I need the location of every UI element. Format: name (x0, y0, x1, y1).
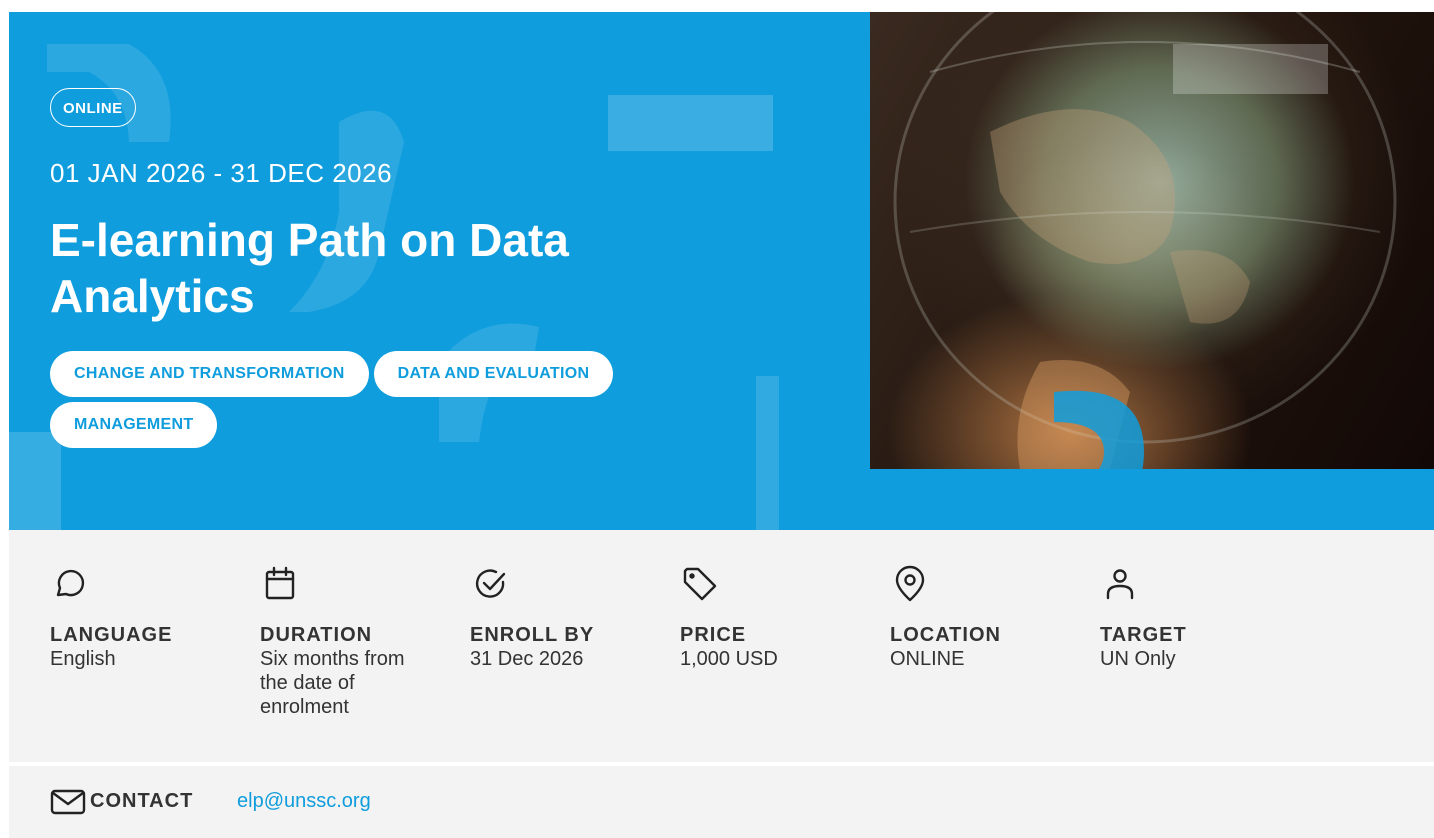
info-value: ONLINE (890, 648, 965, 670)
info-value: Six months from the date of enrolment (260, 648, 405, 718)
info-label: PRICE (680, 624, 747, 646)
price-tag-icon (683, 567, 717, 601)
course-dates: 01 JAN 2026 - 31 DEC 2026 (50, 158, 393, 188)
hero-decorative-quote (1054, 390, 1144, 522)
info-language: LANGUAGE English (50, 564, 240, 671)
info-duration: DURATION Six months from the date of enr… (260, 564, 450, 719)
info-value: UN Only (1100, 648, 1176, 670)
info-value: English (50, 648, 116, 670)
info-enroll-by: ENROLL BY 31 Dec 2026 (470, 564, 660, 671)
info-location: LOCATION ONLINE (890, 564, 1080, 671)
contact-label: CONTACT (90, 790, 194, 812)
info-label: LOCATION (890, 624, 1001, 646)
page-title: E-learning Path on Data Analytics (50, 214, 569, 322)
user-icon (1106, 569, 1134, 600)
info-label: DURATION (260, 624, 373, 646)
envelope-icon (50, 789, 86, 815)
info-target: TARGET UN Only (1100, 564, 1290, 671)
info-label: ENROLL BY (470, 624, 595, 646)
course-info-panel: LANGUAGE English DURATION Six months fro… (9, 530, 1434, 762)
delivery-badge: ONLINE (50, 88, 136, 127)
course-hero: ONLINE 01 JAN 2026 - 31 DEC 2026 E-learn… (9, 12, 1434, 530)
tag-management[interactable]: MANAGEMENT (50, 402, 218, 448)
info-value: 31 Dec 2026 (470, 648, 584, 670)
chat-bubble-icon (56, 569, 85, 597)
check-circle-icon (475, 569, 506, 598)
contact-bar: CONTACT elp@unssc.org (9, 766, 1434, 838)
info-label: TARGET (1100, 624, 1187, 646)
tag-change-and-transformation[interactable]: CHANGE AND TRANSFORMATION (50, 351, 369, 397)
info-value: 1,000 USD (680, 648, 778, 670)
calendar-icon (265, 566, 295, 600)
tag-data-and-evaluation[interactable]: DATA AND EVALUATION (373, 351, 614, 397)
location-pin-icon (895, 565, 925, 602)
info-price: PRICE 1,000 USD (680, 564, 870, 671)
info-label: LANGUAGE (50, 624, 173, 646)
topic-tags: CHANGE AND TRANSFORMATION DATA AND EVALUA… (50, 351, 790, 453)
contact-email-link[interactable]: elp@unssc.org (237, 790, 371, 813)
